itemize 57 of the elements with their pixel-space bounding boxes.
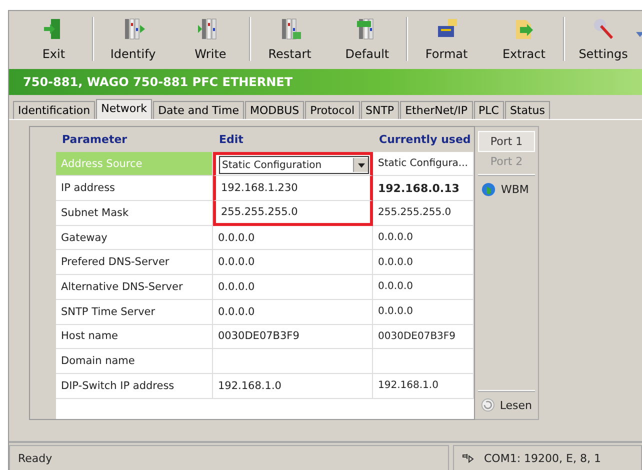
toolbar-button[interactable]: Write [172,12,250,66]
input-field[interactable]: 0.0.0.0 [216,306,255,318]
table-cell: 0.0.0.0 [378,281,413,292]
tab[interactable]: Status [504,101,550,119]
tab[interactable]: Date and Time [153,101,244,119]
toolbar-button[interactable]: Identify [94,12,172,66]
toolbar-button[interactable]: Exit [15,12,92,66]
toolbar-button[interactable]: Default [328,12,406,66]
table-cell: 0.0.0.0 [378,256,413,268]
column-header: Edit [213,127,373,152]
table-cell: 192.168.1.0 [378,380,438,392]
table-cell: 255.255.255.0 [378,207,452,218]
tab[interactable]: EtherNet/IP [400,101,472,119]
table-cell[interactable]: DIP-Switch IP address [56,374,213,399]
connector-icon [462,452,474,464]
caret-icon [636,32,642,37]
input-field[interactable]: 0.0.0.0 [216,256,255,268]
connection-status: COM1: 19200, E, 8, 1 [453,445,642,470]
table-cell: 192.168.0.13 [378,182,460,195]
table-cell[interactable]: Gateway [56,226,213,250]
table-cell[interactable]: SNTP Time Server [56,300,213,324]
table-cell: 0.0.0.0 [378,232,413,244]
globe-icon [481,182,496,197]
tab[interactable]: Identification [13,101,96,119]
tab[interactable]: MODBUS [244,101,304,119]
table-cell: 0.0.0.0 [378,306,413,318]
read-button[interactable]: Lesen [478,395,535,415]
column-header: Currently used [373,127,474,152]
column-header: Parameter [56,127,213,152]
tab[interactable]: PLC [474,101,504,119]
refresh-icon [481,398,495,412]
input-field[interactable]: 0030DE07B3F9 [216,330,300,342]
table-cell[interactable]: Host name [56,324,213,350]
device-title-bar: 750-881, WAGO 750-881 PFC ETHERNET [9,69,642,95]
port-button[interactable]: Port 1 [478,131,535,152]
dropdown[interactable]: Static Configuration [219,156,369,174]
toolbar-button[interactable]: Restart [251,12,328,66]
table-cell: 0030DE07B3F9 [378,330,456,342]
input-field[interactable] [213,349,373,374]
tab[interactable]: Network [96,99,152,119]
table-cell[interactable]: Alternative DNS-Server [56,275,213,300]
toolbar-button[interactable]: Extract [485,12,563,66]
status-message: Ready [9,445,449,470]
tab[interactable]: SNTP [360,101,400,119]
input-field[interactable]: 0.0.0.0 [216,232,255,244]
table-cell[interactable]: Domain name [56,349,213,374]
table-cell[interactable]: Subnet Mask [56,201,213,226]
toolbar-button[interactable]: Settings [564,12,642,66]
input-field[interactable]: 192.168.1.0 [216,380,282,392]
table-cell[interactable]: Prefered DNS-Server [56,250,213,276]
table-cell: Static Configura... [378,158,468,170]
table-cell[interactable]: IP address [56,176,213,202]
tab[interactable]: Protocol [305,101,360,119]
caret-icon [358,162,364,168]
toolbar-button[interactable]: Format [408,12,486,66]
wbm-button[interactable]: WBM [478,179,535,200]
input-field[interactable]: 0.0.0.0 [216,280,255,293]
